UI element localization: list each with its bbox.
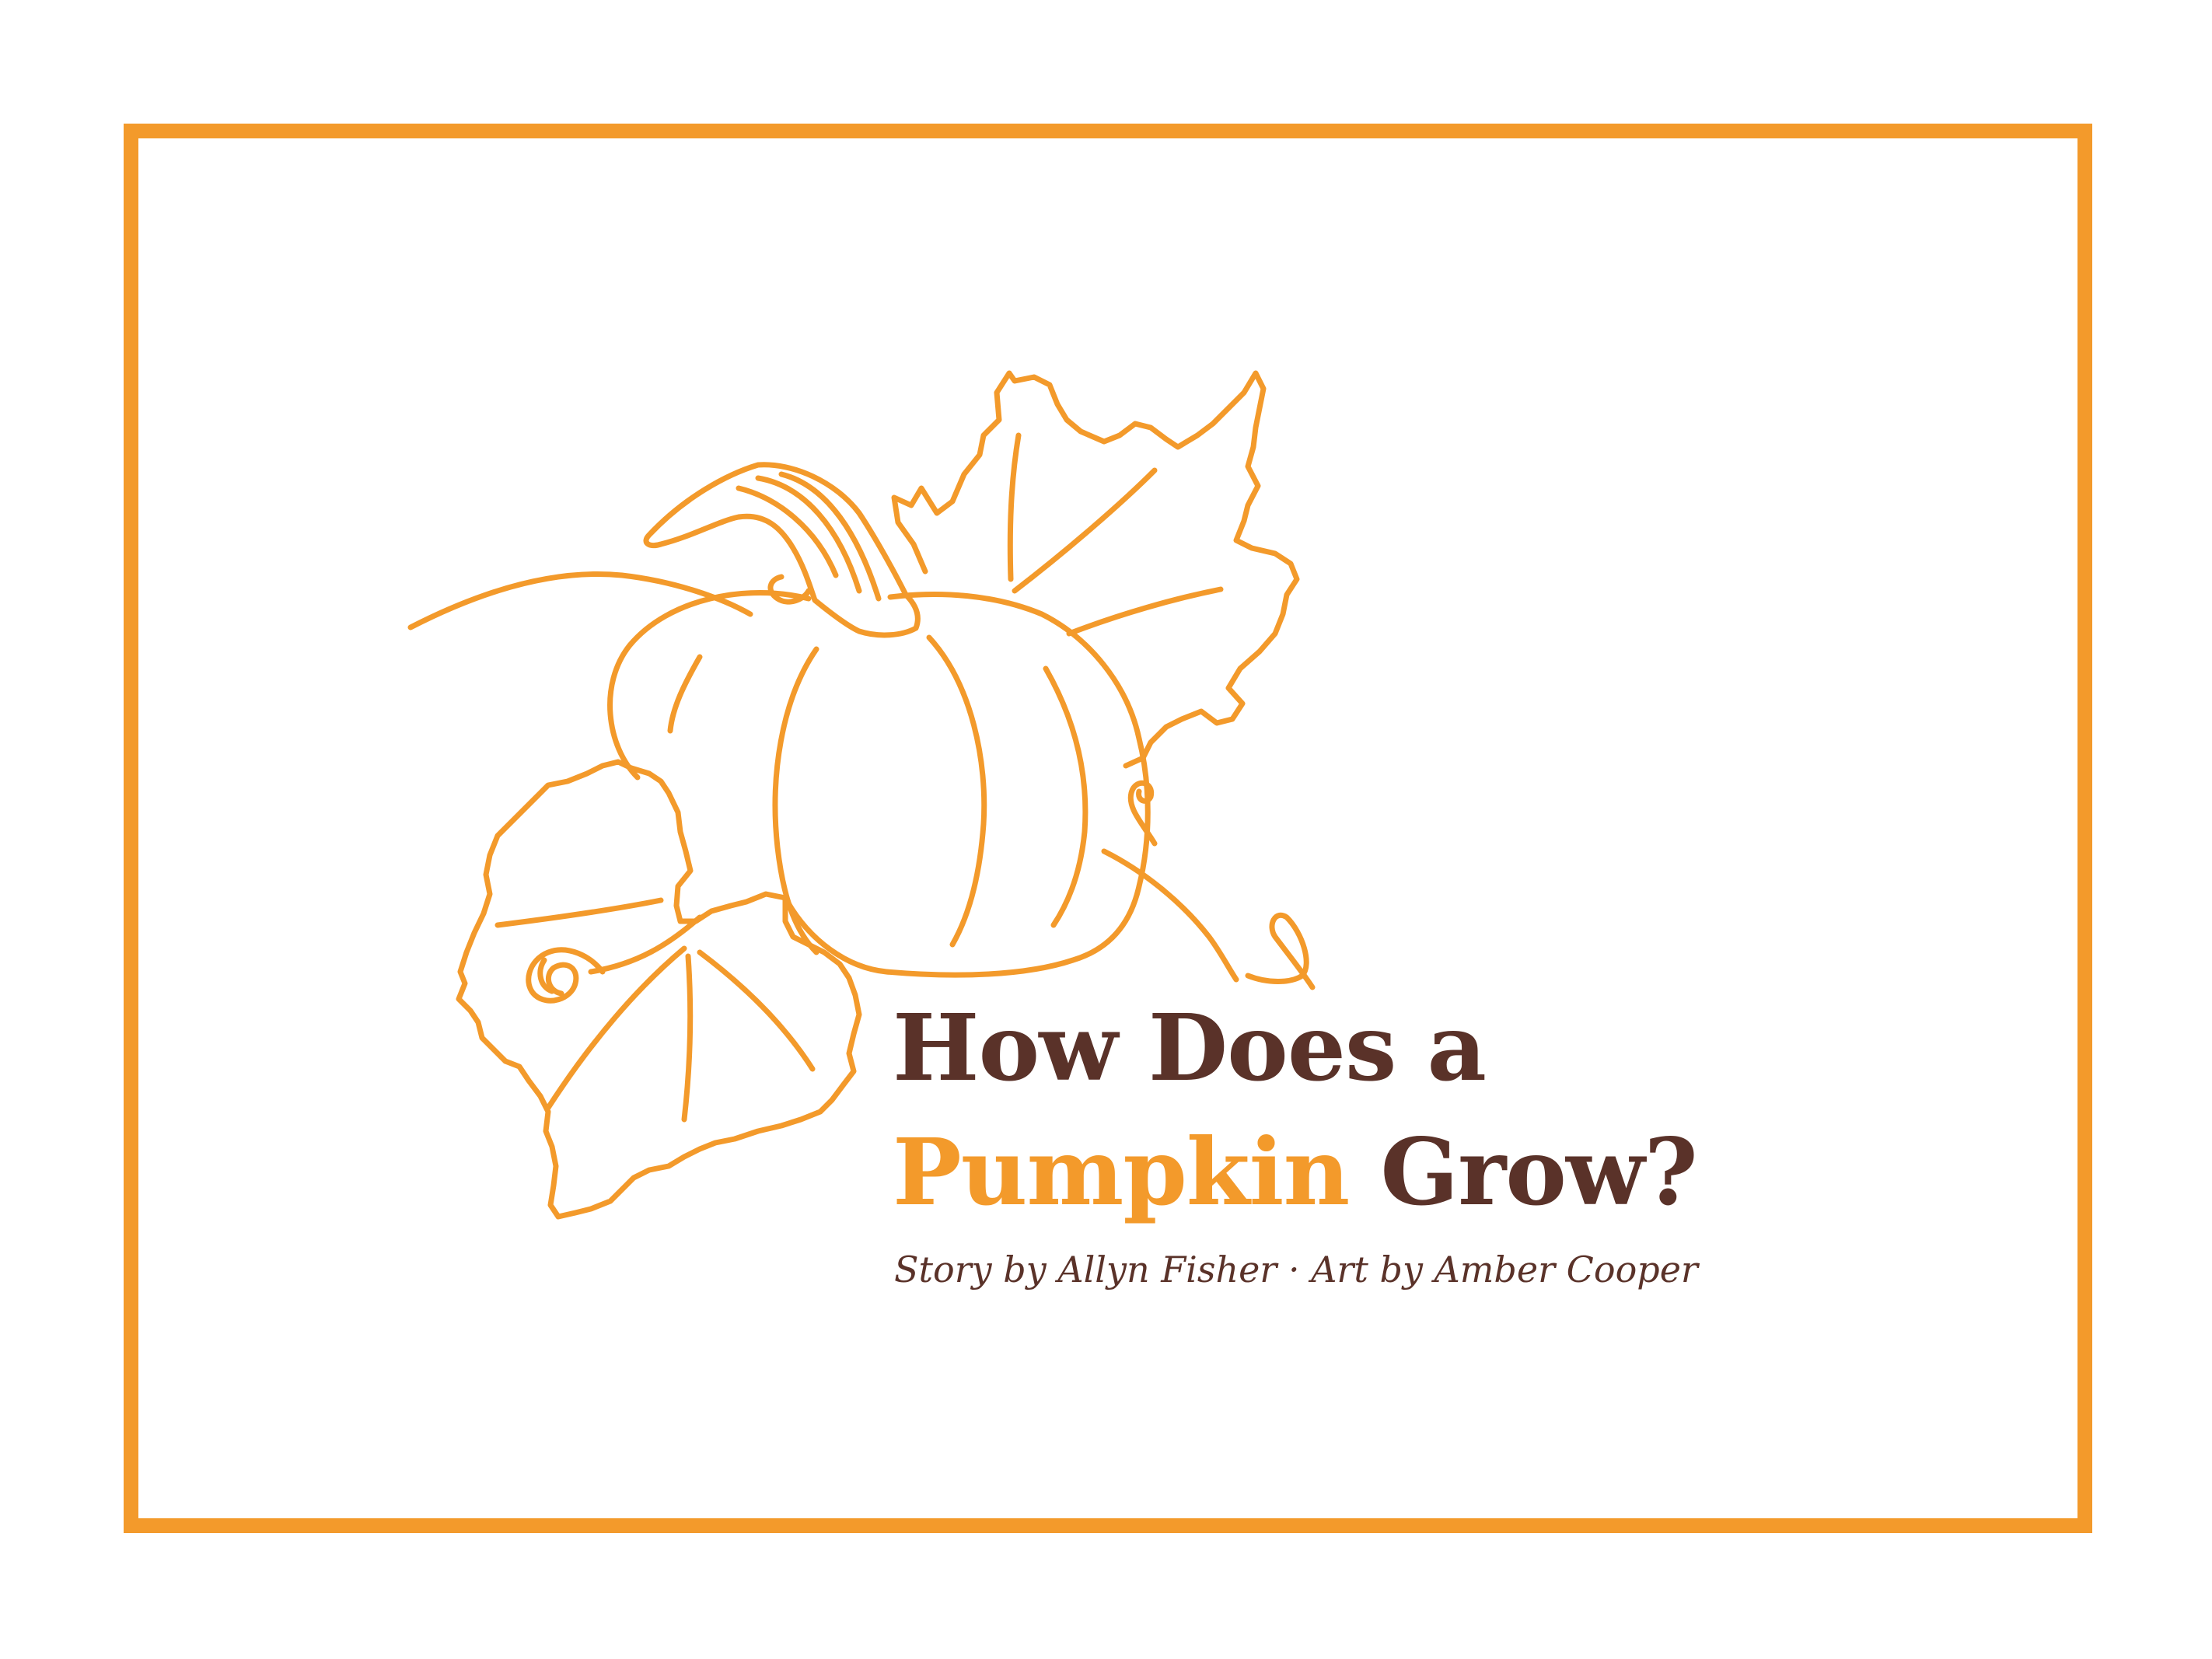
book-title: How Does a Pumpkin Grow? <box>893 986 1698 1235</box>
book-cover-page: How Does a Pumpkin Grow? Story by Allyn … <box>0 0 2212 1659</box>
right-leaf-vein-upper <box>1012 467 1158 594</box>
title-line-1: How Does a <box>893 994 1487 1102</box>
lower-left-leaf-vein-lower <box>545 945 687 1111</box>
pumpkin-rib-far-left <box>667 654 703 734</box>
right-tendril-loop <box>1245 913 1316 990</box>
byline-story-credit: Story by Allyn Fisher <box>894 1249 1277 1291</box>
byline-art-credit: Art by Amber Cooper <box>1311 1249 1698 1291</box>
pumpkin-illustration-icon <box>407 370 1316 1220</box>
lower-left-leaf-vein-upper <box>494 897 664 928</box>
title-accent-word: Pumpkin <box>893 1118 1350 1226</box>
right-vine <box>1101 848 1239 983</box>
lower-left-leaf-outline <box>456 759 862 1220</box>
right-vine-curl <box>1127 780 1158 847</box>
pumpkin-body-outline <box>607 590 1151 978</box>
byline-separator: · <box>1288 1249 1300 1291</box>
lower-left-leaf-vein-main <box>588 914 703 975</box>
stem-groove-1 <box>736 485 839 578</box>
lower-left-leaf-vein-right <box>681 953 694 1123</box>
pumpkin-stem-outline <box>643 462 921 638</box>
pumpkin-rib-left <box>772 646 819 955</box>
right-leaf-vein-lower <box>1066 586 1224 637</box>
pumpkin-rib-center <box>926 634 987 948</box>
right-leaf-outline <box>891 370 1300 769</box>
lower-left-leaf-vein-fan <box>697 949 816 1072</box>
title-line-2-rest: Grow? <box>1380 1118 1697 1226</box>
stem-base-curl <box>767 574 812 605</box>
pumpkin-rib-right <box>1043 665 1089 928</box>
title-line-2: Pumpkin Grow? <box>893 1110 1698 1235</box>
right-leaf-vein-main <box>1007 432 1022 582</box>
byline: Story by Allyn Fisher · Art by Amber Coo… <box>894 1242 1698 1297</box>
